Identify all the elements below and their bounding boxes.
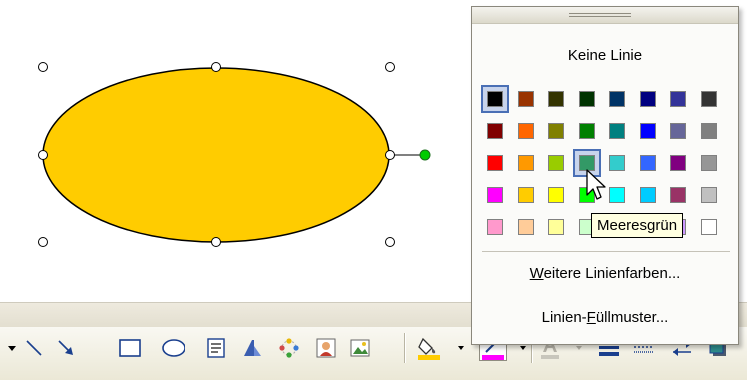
dropdown-arrow-icon[interactable] xyxy=(0,335,24,361)
color-swatch[interactable] xyxy=(609,123,625,139)
resize-handle[interactable] xyxy=(211,237,221,247)
menu-separator xyxy=(482,251,730,252)
toolbar-separator xyxy=(404,333,406,363)
resize-handle[interactable] xyxy=(385,62,395,72)
resize-handle[interactable] xyxy=(211,62,221,72)
color-swatch[interactable] xyxy=(487,123,503,139)
resize-handle[interactable] xyxy=(385,150,395,160)
color-swatch[interactable] xyxy=(487,187,503,203)
rotation-handle[interactable] xyxy=(419,149,431,161)
color-swatch[interactable] xyxy=(518,91,534,107)
color-swatch[interactable] xyxy=(548,219,564,235)
color-swatch[interactable] xyxy=(548,123,564,139)
color-swatch[interactable] xyxy=(487,91,503,107)
color-swatch[interactable] xyxy=(518,187,534,203)
color-swatch[interactable] xyxy=(701,187,717,203)
oval-icon[interactable] xyxy=(161,335,185,361)
textbox-icon[interactable] xyxy=(204,335,228,361)
color-swatch[interactable] xyxy=(609,91,625,107)
line-icon[interactable] xyxy=(22,335,46,361)
picture-icon[interactable] xyxy=(348,335,372,361)
no-line-option[interactable]: Keine Linie xyxy=(472,47,738,64)
color-swatch[interactable] xyxy=(487,155,503,171)
color-swatch[interactable] xyxy=(518,219,534,235)
clipart-icon[interactable] xyxy=(314,335,338,361)
color-swatch[interactable] xyxy=(609,155,625,171)
color-swatch[interactable] xyxy=(548,91,564,107)
color-swatch[interactable] xyxy=(640,155,656,171)
color-swatch[interactable] xyxy=(701,155,717,171)
fill-color-dropdown-icon[interactable] xyxy=(449,335,473,361)
color-swatch[interactable] xyxy=(670,187,686,203)
fill-color-icon[interactable] xyxy=(417,335,441,361)
arrow-icon[interactable] xyxy=(54,335,78,361)
color-swatch[interactable] xyxy=(701,123,717,139)
rectangle-icon[interactable] xyxy=(118,335,142,361)
color-swatch[interactable] xyxy=(487,219,503,235)
resize-handle[interactable] xyxy=(38,62,48,72)
color-swatch[interactable] xyxy=(548,155,564,171)
resize-handle[interactable] xyxy=(385,237,395,247)
color-swatch[interactable] xyxy=(579,123,595,139)
ellipse-shape[interactable] xyxy=(42,67,390,243)
resize-handle[interactable] xyxy=(38,150,48,160)
color-swatch[interactable] xyxy=(518,155,534,171)
color-swatch[interactable] xyxy=(609,187,625,203)
color-swatch[interactable] xyxy=(579,91,595,107)
diagram-icon[interactable] xyxy=(277,335,301,361)
color-tooltip: Meeresgrün xyxy=(591,213,684,238)
color-swatch[interactable] xyxy=(518,123,534,139)
mouse-cursor-icon xyxy=(586,169,608,208)
color-swatch[interactable] xyxy=(640,187,656,203)
resize-handle[interactable] xyxy=(38,237,48,247)
wordart-icon[interactable] xyxy=(240,335,264,361)
color-swatch[interactable] xyxy=(701,219,717,235)
popup-drag-grip[interactable] xyxy=(472,7,738,24)
color-swatch[interactable] xyxy=(670,155,686,171)
more-line-colors-item[interactable]: Weitere Linienfarben... xyxy=(472,265,738,282)
color-swatch[interactable] xyxy=(701,91,717,107)
line-patterns-item[interactable]: Linien-Füllmuster... xyxy=(472,309,738,326)
color-swatch[interactable] xyxy=(670,91,686,107)
color-swatch[interactable] xyxy=(670,123,686,139)
color-swatch[interactable] xyxy=(548,187,564,203)
color-swatch[interactable] xyxy=(640,91,656,107)
color-swatch[interactable] xyxy=(640,123,656,139)
